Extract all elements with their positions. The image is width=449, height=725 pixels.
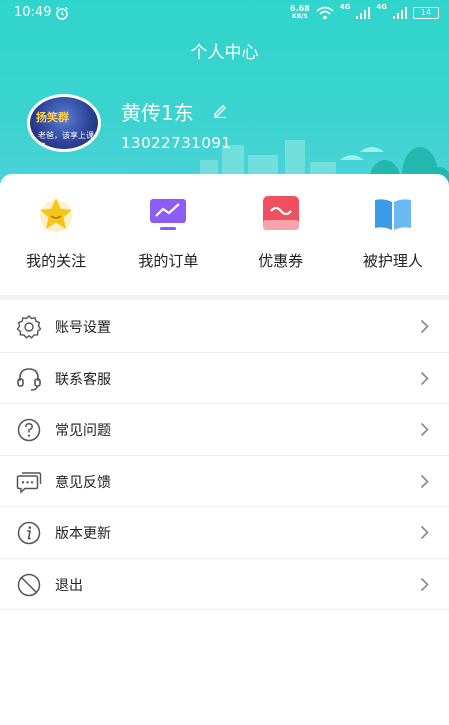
gear-icon [16, 315, 42, 339]
alarm-icon [56, 6, 68, 20]
feedback-icon [16, 471, 42, 494]
menu-item-label: 退出 [55, 577, 83, 594]
quick-action-label: 优惠券 [258, 252, 304, 270]
signal-1-icon [356, 7, 371, 19]
settings-menu: 账号设置 联系客服 常见问题 意见反馈 版本更新 退出 [0, 301, 449, 610]
chevron-right-icon [420, 577, 429, 591]
avatar[interactable]: 扬笑群 老爸，该享上课了 [27, 94, 101, 152]
net-speed: 6.68 KB/S [290, 5, 310, 21]
menu-item-label: 联系客服 [55, 371, 111, 388]
menu-item-label: 账号设置 [55, 320, 111, 336]
user-name: 黄传1东 [121, 101, 194, 125]
quick-action-label: 我的订单 [138, 252, 199, 270]
user-phone: 13022731091 [121, 134, 232, 152]
menu-item-label: 版本更新 [55, 526, 111, 542]
page-title: 个人中心 [190, 43, 259, 63]
chevron-right-icon [420, 319, 429, 334]
section-divider [0, 295, 449, 300]
quick-action-care-recipient[interactable]: 被护理人 [337, 192, 449, 282]
menu-item-version-update[interactable]: 版本更新 [0, 507, 449, 559]
signal-2-label: 4G [376, 3, 387, 11]
status-bar: 10:49 6.68 KB/S 4G 4G 14 [0, 0, 449, 26]
header-banner: 10:49 6.68 KB/S 4G 4G 14 个人中心 扬笑群 老爸，该享上… [0, 0, 449, 200]
info-icon [17, 521, 41, 545]
question-icon [17, 418, 41, 442]
logout-icon [17, 573, 41, 596]
status-time: 10:49 [14, 5, 52, 20]
quick-action-label: 我的关注 [26, 252, 87, 270]
book-icon [374, 199, 411, 230]
menu-item-logout[interactable]: 退出 [0, 559, 449, 610]
quick-actions: 我的关注 我的订单 优惠券 被护理人 [0, 192, 449, 282]
menu-item-faq[interactable]: 常见问题 [0, 404, 449, 456]
coupon-icon [262, 196, 299, 230]
net-speed-unit: KB/S [292, 13, 308, 20]
chevron-right-icon [420, 422, 429, 437]
quick-action-follow[interactable]: 我的关注 [0, 192, 112, 282]
avatar-text-1: 扬笑群 [36, 111, 69, 124]
chevron-right-icon [420, 474, 429, 488]
status-right: 6.68 KB/S 4G 4G 14 [290, 3, 439, 23]
edit-icon[interactable] [212, 102, 228, 118]
star-icon [40, 198, 73, 232]
chevron-right-icon [420, 525, 429, 540]
headset-icon [17, 367, 41, 391]
monitor-icon [150, 199, 187, 230]
content-card: 我的关注 我的订单 优惠券 被护理人 账号设置 联系客服 常见问题 意见反馈 版… [0, 174, 449, 725]
quick-action-coupons[interactable]: 优惠券 [225, 192, 337, 282]
signal-2-icon [393, 7, 407, 19]
menu-item-contact-support[interactable]: 联系客服 [0, 353, 449, 404]
menu-item-label: 意见反馈 [55, 474, 111, 491]
chevron-right-icon [420, 371, 429, 385]
signal-1-label: 4G [339, 3, 351, 11]
quick-action-orders[interactable]: 我的订单 [112, 192, 224, 282]
net-speed-value: 6.68 [290, 4, 310, 13]
menu-item-label: 常见问题 [55, 423, 111, 439]
avatar-text-2: 老爸，该享上课了 [38, 131, 94, 151]
menu-item-account-settings[interactable]: 账号设置 [0, 301, 449, 353]
menu-item-feedback[interactable]: 意见反馈 [0, 456, 449, 507]
quick-action-label: 被护理人 [362, 252, 423, 270]
wifi-icon [316, 6, 334, 20]
battery-icon: 14 [413, 7, 439, 19]
